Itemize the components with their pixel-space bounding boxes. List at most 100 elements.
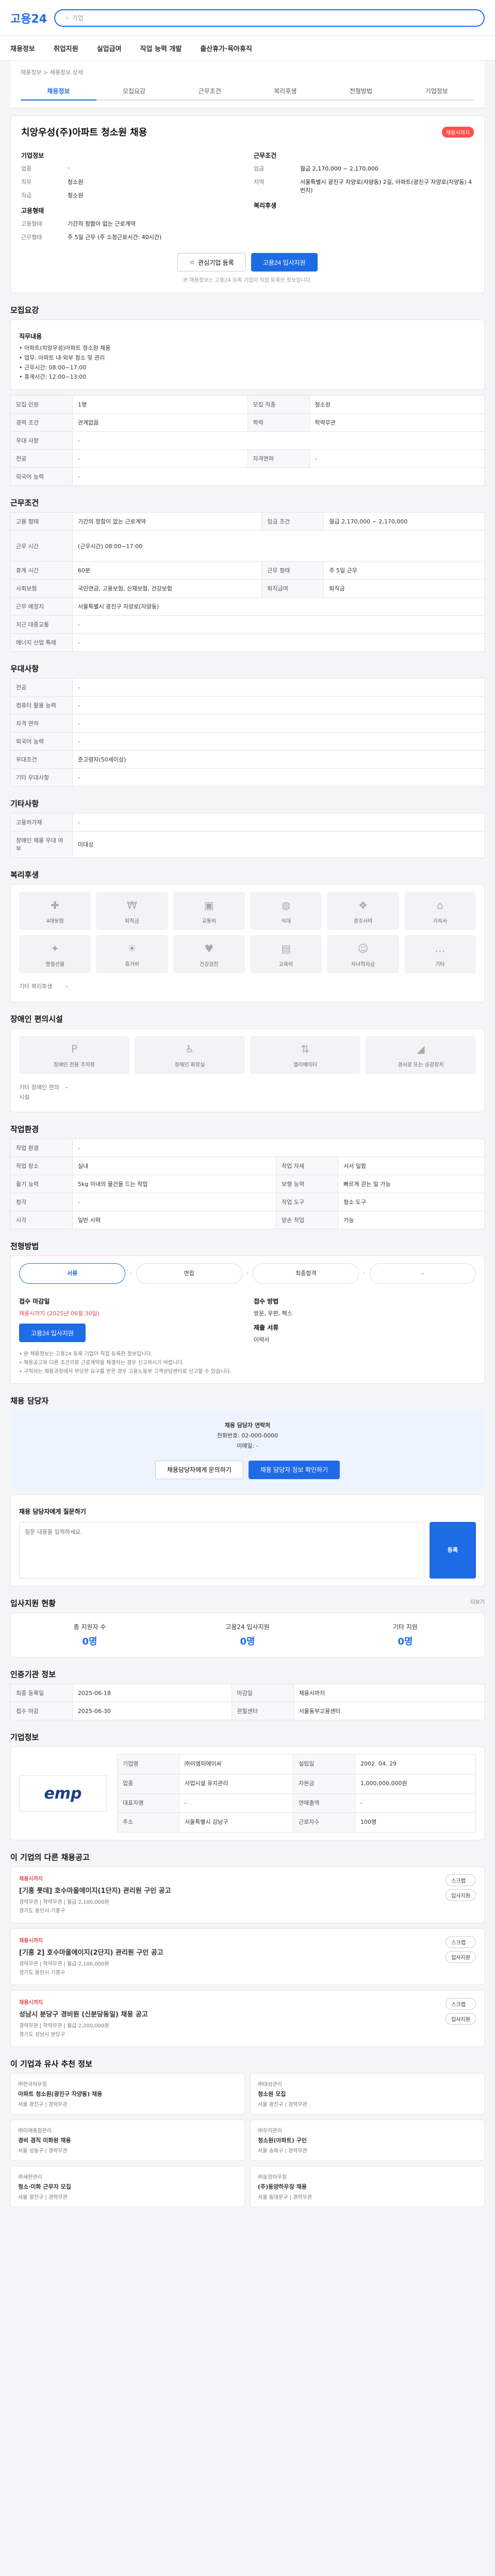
recommend-card[interactable]: ㈜동양하우징 (주)동양하우징 채용 서울 동대문구 | 경력무관 (250, 2165, 485, 2207)
tab-welfare[interactable]: 복리후생 (248, 82, 323, 100)
welfare-item: ❖ 경조사비 (327, 892, 399, 930)
apply-pill-button[interactable]: 입사지원 (446, 2012, 476, 2025)
apply-button[interactable]: 고용24 입사지원 (251, 253, 318, 272)
kv-value: 주 5일 근무 (주 소정근로시간: 40시간) (68, 234, 162, 241)
scrap-button[interactable]: 스크랩 (446, 1936, 476, 1948)
facility-item: ♿ 장애인 화장실 (135, 1036, 245, 1074)
nav-item[interactable]: 직업 능력 개발 (140, 43, 182, 53)
company-logo[interactable]: emp (19, 1775, 107, 1812)
section-title-org: 인증기관 정보 (10, 1670, 56, 1680)
table-row: 주소 서울특별시 강남구 근로자수 100명 (117, 1812, 476, 1833)
kv-key: 기타 복리후생 (19, 983, 53, 990)
tab-job[interactable]: 채용정보 (21, 82, 96, 100)
nav-item[interactable]: 실업급여 (97, 43, 122, 53)
recommend-card[interactable]: ㈜우리관리 청소원(아파트) 구인 서울 송파구 | 경력무관 (250, 2119, 485, 2161)
nav-item[interactable]: 출산휴가·육아휴직 (200, 43, 252, 53)
recommend-card[interactable]: ㈜미래종합관리 경비 겸직 미화원 채용 서울 성동구 | 경력무관 (10, 2119, 245, 2161)
nav-item[interactable]: 채용정보 (10, 43, 35, 53)
bus-icon: ▣ (204, 899, 214, 911)
logo-text: 고용24 (10, 12, 47, 26)
table-row: 최종 등록일 2025-06-18 마감일 채용시까지 (10, 1684, 485, 1703)
recommend-card[interactable]: ㈜한국하우징 아파트 청소원(광진구 자양동) 채용 서울 광진구 | 경력무관 (10, 2073, 245, 2114)
table-row: 근무 시간 (근무시간) 08:00~17:00 (10, 530, 485, 562)
duty-title: 직무내용 (19, 333, 42, 340)
table-row: 자격 면허 - (10, 714, 485, 733)
site-logo[interactable]: 고용24 (10, 10, 47, 26)
recruit-table: 모집 인원 1명 모집 직종 청소원 경력 조건 관계없음 학력 학력무관 우대 사항 - 전… (10, 395, 485, 486)
facility-item: ⇅ 엘리베이터 (250, 1036, 360, 1074)
process-box: 서류 › 면접 › 최종합격 › - 접수 마감일 채용시까지 (2025년 06월 … (10, 1256, 485, 1384)
qa-input[interactable] (19, 1522, 424, 1579)
kv-value: - (65, 983, 68, 990)
contact-inquiry-button[interactable]: 채용담당자에게 문의하기 (155, 1460, 243, 1479)
scrap-button[interactable]: 스크랩 (446, 1997, 476, 2010)
star-icon: ☆ (189, 259, 195, 266)
search-bar[interactable]: ⌕ 기업 (54, 9, 485, 27)
section-title-etc: 기타사항 (10, 799, 39, 809)
workenv-table: 작업 환경 - 작업 장소 실내 작업 자세 서서 일함 들기 능력 5kg 이내의 물건… (10, 1139, 485, 1230)
contact-line: 이메일: - (237, 1442, 258, 1449)
house-icon: ⌂ (436, 899, 443, 911)
company-info-label: 기업정보 (21, 152, 44, 159)
company-box: emp 기업명 ㈜이엠피에이씨 설립일 2002. 04. 29 업종 사업시설 유지관… (10, 1747, 485, 1840)
qa-send-button[interactable]: 등록 (430, 1522, 476, 1579)
facility-item: ◢ 경사로 또는 승강장치 (366, 1036, 476, 1074)
table-row: 시각 일반 시력 양손 작업 가능 (10, 1211, 485, 1230)
qa-title: 채용 담당자에게 질문하기 (19, 1507, 86, 1515)
kv-value: - (65, 1083, 68, 1091)
facility-item: P 장애인 전용 주차장 (19, 1036, 129, 1074)
tab-recruit[interactable]: 모집요강 (96, 82, 172, 100)
tab-process[interactable]: 전형방법 (323, 82, 399, 100)
step-item: 최종합격 (253, 1263, 359, 1284)
docs-value: 이력서 (254, 1336, 270, 1343)
kv-value: 서울특별시 광진구 자양로(자양동) 2길, 아파트(광진구 자양로(자양동) … (300, 179, 472, 194)
button-label: 관심기업 등록 (198, 259, 234, 266)
deadline-value: 채용시까지 (2025년 06월 30일) (19, 1310, 100, 1317)
global-nav: 채용정보 취업지원 실업급여 직업 능력 개발 출산휴가·육아휴직 (0, 36, 495, 61)
recommend-card[interactable]: ㈜대성관리 청소원 모집 서울 광진구 | 경력무관 (250, 2073, 485, 2114)
scrap-button[interactable]: 스크랩 (446, 1874, 476, 1886)
table-row: 장애인 채용 우대 여부 미대상 (10, 831, 485, 858)
duty-line: • 아파트(치앙우성)아파트 청소원 채용 (19, 345, 111, 352)
table-row: 작업 장소 실내 작업 자세 서서 일함 (10, 1157, 485, 1176)
welfare-label: 복리후생 (254, 202, 277, 209)
interest-company-button[interactable]: ☆ 관심기업 등록 (177, 253, 246, 272)
kv-key: 임금 (254, 165, 265, 172)
apply-button-bottom[interactable]: 고용24 입사지원 (19, 1324, 86, 1343)
condition-label: 근무조건 (254, 152, 277, 159)
section-title-facility: 장애인 편의시설 (10, 1014, 63, 1024)
meal-icon: ◍ (281, 899, 291, 911)
table-row: 지근 대중교통 - (10, 615, 485, 634)
recommend-card[interactable]: ㈜새한관리 청소·미화 근무자 모집 서울 광진구 | 경력무관 (10, 2165, 245, 2207)
step-item: 서류 (19, 1263, 126, 1284)
table-row: 들기 능력 5kg 이내의 물건을 드는 작업 보행 능력 빠르게 걷는 일 가능 (10, 1175, 485, 1194)
other-job-card[interactable]: 채용시까지 [기흥 롯데] 호수마을에이지(1단지) 관리원 구인 공고 경력무관 … (10, 1866, 485, 1923)
other-job-card[interactable]: 채용시까지 [기흥 2] 호수마을에이지(2단지) 관리원 구인 공고 경력무관 |… (10, 1928, 485, 1985)
kv-value: 청소원 (68, 179, 84, 185)
table-row: 대표자명 - 연매출액 - (117, 1793, 476, 1814)
table-row: 고용허가제 - (10, 813, 485, 832)
welfare-item: ☺ 자녀학자금 (327, 935, 399, 974)
search-input[interactable]: 기업 (72, 13, 84, 22)
kv-key: 업종 (21, 165, 32, 172)
qa-box: 채용 담당자에게 질문하기 등록 (10, 1494, 485, 1587)
more-link[interactable]: 더보기 (470, 1598, 485, 1605)
method-value: 방문, 우편, 팩스 (254, 1310, 292, 1317)
table-row: 업종 사업시설 유지관리 자본금 1,000,000,000원 (117, 1773, 476, 1794)
kv-key: 기타 장애인 편의시설 (19, 1083, 59, 1100)
tab-condition[interactable]: 근무조건 (172, 82, 248, 100)
welfare-item: ₩ 퇴직금 (96, 892, 168, 930)
tab-company[interactable]: 기업정보 (399, 82, 475, 100)
table-row: 외국어 능력 - (10, 467, 485, 486)
table-row: 우대 사항 - (10, 431, 485, 450)
other-job-card[interactable]: 채용시까지 성남시 분당구 경비원 (신분당동일) 채용 공고 경력무관 | 학력무… (10, 1990, 485, 2047)
nav-item[interactable]: 취업지원 (54, 43, 78, 53)
process-notes: • 본 채용정보는 고용24 등록 기업이 직접 등록한 정보입니다. • 채용… (19, 1351, 232, 1375)
table-row: 경력 조건 관계없음 학력 학력무관 (10, 413, 485, 432)
table-row: 기타 우대사항 - (10, 768, 485, 787)
welfare-item: ▣ 교통비 (173, 892, 245, 930)
apply-pill-button[interactable]: 입사지원 (446, 1951, 476, 1963)
apply-pill-button[interactable]: 입사지원 (446, 1889, 476, 1901)
kv-key: 지역 (254, 179, 265, 185)
contact-detail-button[interactable]: 채용 담당자 정보 확인하기 (248, 1460, 340, 1479)
